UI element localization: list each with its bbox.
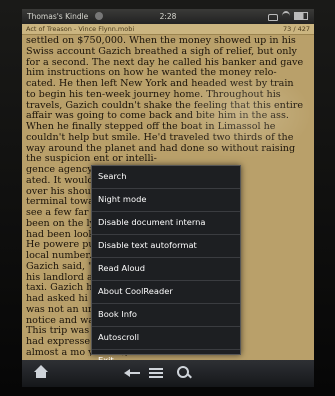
lock-icon <box>268 14 278 21</box>
text-line: the suspicion ent or intelli- <box>26 154 157 165</box>
battery-icon <box>294 12 308 20</box>
menu-item-read-aloud[interactable]: Read Aloud <box>92 258 240 281</box>
text-line: way around the planet and had done so wi… <box>26 143 296 154</box>
home-icon[interactable] <box>34 365 48 381</box>
page-indicator: 73 / 427 <box>283 25 310 33</box>
menu-item-about-coolreader[interactable]: About CoolReader <box>92 281 240 304</box>
back-icon[interactable] <box>124 365 140 381</box>
menu-item-disable-document-interna[interactable]: Disable document interna <box>92 212 240 235</box>
menu-item-autoscroll[interactable]: Autoscroll <box>92 327 240 350</box>
menu-item-book-info[interactable]: Book Info <box>92 304 240 327</box>
wifi-icon <box>282 11 290 21</box>
kindle-screen: Thomas's Kindle 2:28 Act of Treason - Vi… <box>22 9 314 387</box>
book-title-bar: Act of Treason - Vince Flynn.mobi 73 / 4… <box>22 24 314 35</box>
text-line: When he finally stepped off the boat in … <box>26 122 276 132</box>
text-line: couldn't help but smile. He'd traveled t… <box>26 132 294 143</box>
menu-icon[interactable] <box>149 365 163 381</box>
menu-item-disable-text-autoformat[interactable]: Disable text autoformat <box>92 235 240 258</box>
text-line: affair was going to come back and bite h… <box>26 111 289 122</box>
text-line: him instructions on how he wanted the mo… <box>26 68 277 79</box>
nav-bar <box>22 360 314 387</box>
menu-item-search[interactable]: Search <box>92 166 240 189</box>
status-bar: Thomas's Kindle 2:28 <box>22 9 314 24</box>
text-line: travels, Gazich couldn't shake the feeli… <box>26 100 304 111</box>
text-line: to begin his ten-week journey home. Thro… <box>26 89 281 100</box>
text-line: for a second. The next day he called his… <box>26 57 304 68</box>
text-line: cated. He then left New York and headed … <box>26 79 294 89</box>
search-icon[interactable] <box>177 365 192 381</box>
context-menu: Search Night mode Disable document interna… <box>91 165 241 365</box>
text-line: Swiss account Gazich breathed a sigh of … <box>26 46 297 57</box>
text-line: settled on $750,000. When the money show… <box>26 36 296 46</box>
book-title: Act of Treason - Vince Flynn.mobi <box>26 25 135 33</box>
status-icons <box>268 11 308 21</box>
menu-item-night-mode[interactable]: Night mode <box>92 189 240 212</box>
